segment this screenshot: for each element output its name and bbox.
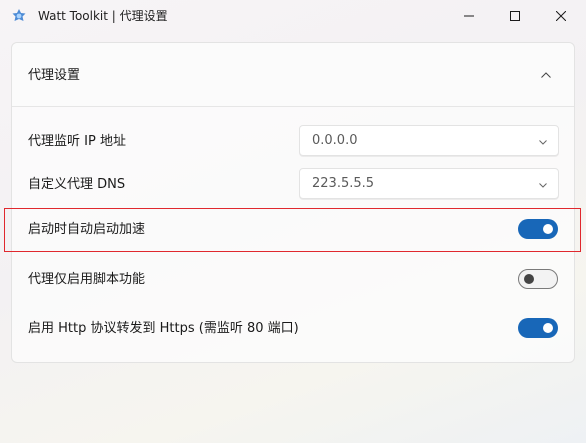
chevron-down-icon (539, 140, 547, 145)
collapse-button[interactable] (538, 67, 554, 83)
close-icon (556, 11, 566, 21)
minimize-icon (464, 15, 474, 17)
listen-ip-select[interactable]: 0.0.0.0 (299, 125, 559, 156)
panel-title: 代理设置 (28, 68, 81, 83)
custom-dns-label: 自定义代理 DNS (28, 177, 126, 192)
http-to-https-label: 启用 Http 协议转发到 Https (需监听 80 端口) (28, 321, 299, 336)
window-title: Watt Toolkit | 代理设置 (38, 9, 168, 23)
http-to-https-toggle[interactable] (518, 318, 558, 338)
script-only-toggle[interactable] (518, 269, 558, 289)
toggle-knob (524, 274, 534, 284)
custom-dns-value: 223.5.5.5 (312, 176, 375, 191)
title-bar: Watt Toolkit | 代理设置 (0, 0, 586, 32)
chevron-down-icon (539, 183, 547, 188)
highlight-box (4, 208, 581, 252)
toggle-knob (543, 323, 553, 333)
listen-ip-value: 0.0.0.0 (312, 133, 358, 148)
chevron-up-icon (541, 72, 551, 78)
panel-header[interactable]: 代理设置 (12, 43, 574, 107)
custom-dns-select[interactable]: 223.5.5.5 (299, 168, 559, 199)
proxy-settings-panel: 代理设置 代理监听 IP 地址 0.0.0.0 自定义代理 DNS 223.5.… (11, 42, 575, 363)
script-only-label: 代理仅启用脚本功能 (28, 272, 146, 287)
app-logo-icon (12, 9, 26, 21)
minimize-button[interactable] (446, 0, 492, 32)
close-button[interactable] (538, 0, 584, 32)
maximize-button[interactable] (492, 0, 538, 32)
listen-ip-label: 代理监听 IP 地址 (28, 134, 126, 149)
maximize-icon (510, 11, 520, 21)
